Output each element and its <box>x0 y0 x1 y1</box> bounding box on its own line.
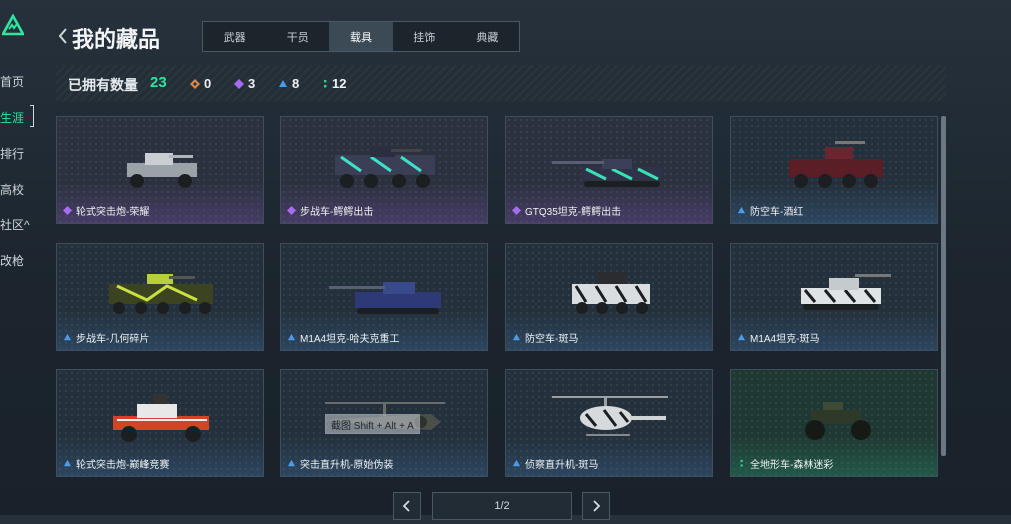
screenshot-tooltip: 截图 Shift + Alt + A <box>325 414 420 434</box>
armored-car-image <box>127 153 197 188</box>
card-title: 防空车-酒红 <box>750 207 804 218</box>
tab-vehicles[interactable]: 载具 <box>329 22 393 51</box>
stat-orange-count: 0 <box>204 76 212 91</box>
purple-rarity-icon <box>287 206 296 215</box>
scout-helicopter-image <box>552 396 668 436</box>
card-title: M1A4坦克-斑马 <box>750 334 820 345</box>
blue-rarity-icon <box>279 79 287 87</box>
card-title: 防空车-斑马 <box>525 334 579 345</box>
vehicle-card[interactable]: 防空车-斑马 <box>505 243 713 351</box>
blue-rarity-icon <box>737 333 746 341</box>
armored-car-image <box>113 394 209 442</box>
vehicle-card[interactable]: 防空车-酒红 <box>730 116 938 224</box>
stat-orange: 0 <box>190 76 211 91</box>
sidebar-item-career[interactable]: 生涯 <box>0 109 24 126</box>
category-tabs: 武器 干员 载具 挂饰 典藏 <box>202 21 520 52</box>
ifv-image <box>335 147 435 188</box>
vehicle-card[interactable]: 全地形车-森林迷彩 <box>730 369 938 477</box>
stat-purple: 3 <box>234 76 255 91</box>
card-title: 步战车-鳄鳄出击 <box>300 207 374 218</box>
prev-page-button[interactable] <box>393 492 421 520</box>
page-title: 我的藏品 <box>72 27 161 52</box>
purple-rarity-icon <box>234 78 244 89</box>
scrollbar[interactable] <box>941 116 946 456</box>
ifv-image <box>109 274 213 314</box>
blue-rarity-icon <box>63 333 72 341</box>
blue-rarity-icon <box>287 459 296 467</box>
next-page-button[interactable] <box>582 492 610 520</box>
vehicle-card[interactable]: GTQ35坦克-鳄鳄出击 <box>505 116 713 224</box>
tank-image <box>329 282 441 314</box>
purple-rarity-icon <box>63 206 72 215</box>
sidebar-active-marker <box>30 105 34 127</box>
sidebar-item-home[interactable]: 首页 <box>0 73 24 90</box>
card-title: 轮式突击炮-荣耀 <box>76 207 150 218</box>
chevron-right-icon <box>593 500 601 512</box>
vehicle-card[interactable]: 轮式突击炮-巅峰竞赛 <box>56 369 264 477</box>
vehicle-card[interactable]: M1A4坦克-斑马 <box>730 243 938 351</box>
sidebar-item-university[interactable]: 高校 <box>0 181 24 198</box>
blue-rarity-icon <box>512 459 521 467</box>
card-title: 全地形车-森林迷彩 <box>750 460 834 471</box>
anti-air-vehicle-image <box>572 272 650 314</box>
card-title: GTQ35坦克-鳄鳄出击 <box>525 207 622 218</box>
purple-rarity-icon <box>512 206 521 215</box>
anti-air-vehicle-image <box>789 141 883 188</box>
sidebar-item-gunsmith[interactable]: 改枪 <box>0 252 24 269</box>
blue-rarity-icon <box>512 333 521 341</box>
card-title: 突击直升机-原始伪装 <box>300 460 394 471</box>
owned-label: 已拥有数量 <box>68 77 138 93</box>
tab-collection[interactable]: 典藏 <box>456 22 519 51</box>
card-title: 步战车-几何碎片 <box>76 334 150 345</box>
tank-image <box>801 274 891 310</box>
stat-green-count: 12 <box>332 76 347 91</box>
card-title: 侦察直升机-斑马 <box>525 460 599 471</box>
vehicle-card[interactable]: 步战车-鳄鳄出击 <box>280 116 488 224</box>
orange-rarity-icon <box>190 78 200 89</box>
stats-bar: 已拥有数量 23 0 3 8 12 <box>56 65 946 101</box>
stat-purple-count: 3 <box>248 76 256 91</box>
vehicle-card[interactable]: 步战车-几何碎片 <box>56 243 264 351</box>
card-title: M1A4坦克-哈夫克重工 <box>300 334 400 345</box>
back-chevron-icon[interactable] <box>56 26 70 46</box>
green-rarity-icon <box>324 79 327 87</box>
stat-green: 12 <box>322 76 346 91</box>
tab-charms[interactable]: 挂饰 <box>393 22 456 51</box>
tab-weapons[interactable]: 武器 <box>203 22 266 51</box>
green-rarity-icon <box>740 459 743 467</box>
blue-rarity-icon <box>737 206 746 214</box>
chevron-left-icon <box>402 500 410 512</box>
blue-rarity-icon <box>287 333 296 341</box>
sidebar-item-ranking[interactable]: 排行 <box>0 145 24 162</box>
blue-rarity-icon <box>63 459 72 467</box>
vehicle-card[interactable]: 轮式突击炮-荣耀 <box>56 116 264 224</box>
page-indicator: 1/2 <box>432 492 572 520</box>
stat-blue-count: 8 <box>292 76 300 91</box>
card-title: 轮式突击炮-巅峰竞赛 <box>76 460 170 471</box>
sidebar: 首页 生涯 排行 高校 社区^ 改枪 <box>0 0 48 515</box>
vehicle-card[interactable]: 侦察直升机-斑马 <box>505 369 713 477</box>
sidebar-item-community[interactable]: 社区^ <box>0 216 30 233</box>
logo-icon <box>2 14 24 36</box>
atv-image <box>805 402 871 440</box>
owned-count: 23 <box>150 74 167 91</box>
tank-image <box>552 159 662 187</box>
tab-operators[interactable]: 干员 <box>266 22 329 51</box>
vehicle-card[interactable]: M1A4坦克-哈夫克重工 <box>280 243 488 351</box>
stat-blue: 8 <box>278 76 299 91</box>
